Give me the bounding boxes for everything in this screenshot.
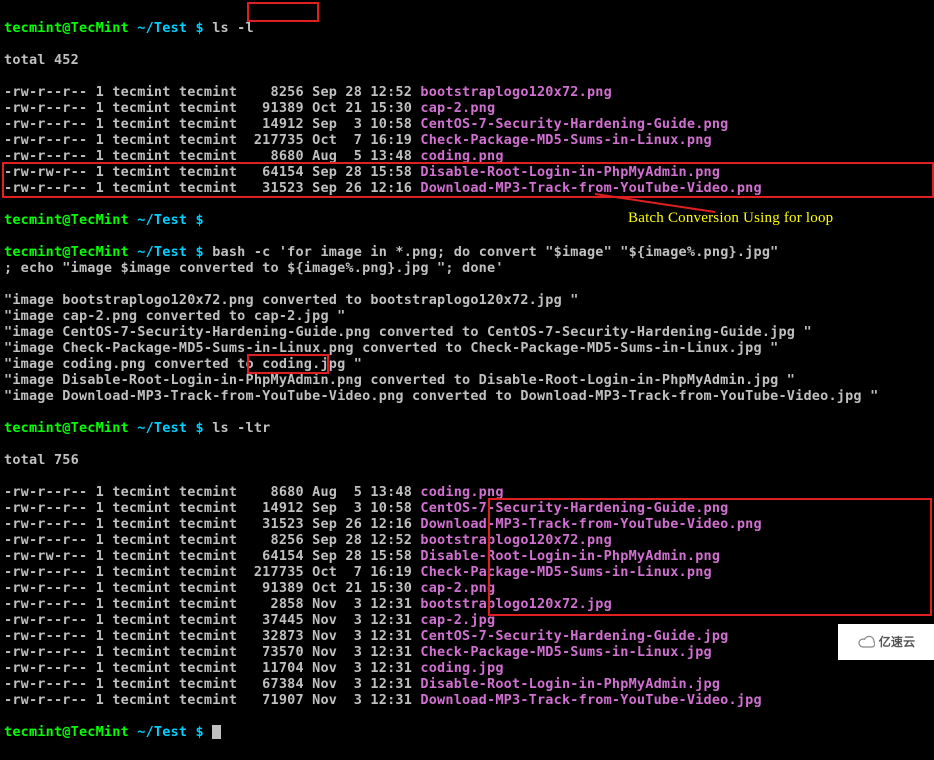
file-row: -rw-r--r-- 1 tecmint tecmint 67384 Nov 3… [4,676,930,692]
watermark: 亿速云 [838,624,934,660]
file-row: -rw-r--r-- 1 tecmint tecmint 14912 Sep 3… [4,116,930,132]
filename: cap-2.png [420,580,495,596]
prompt-line-1: tecmint@TecMint ~/Test $ ls -l [4,20,930,36]
file-row: -rw-rw-r-- 1 tecmint tecmint 64154 Sep 2… [4,164,930,180]
filename: coding.jpg [420,660,503,676]
filename: Check-Package-MD5-Sums-in-Linux.png [420,132,711,148]
echo-line: "image CentOS-7-Security-Hardening-Guide… [4,324,930,340]
filename: Disable-Root-Login-in-PhpMyAdmin.jpg [420,676,720,692]
prompt-line-5: tecmint@TecMint ~/Test $ [4,724,930,740]
command-bash-loop: bash -c 'for image in *.png; do convert … [212,244,778,260]
filename: CentOS-7-Security-Hardening-Guide.jpg [420,628,728,644]
echo-line: "image coding.png converted to coding.jp… [4,356,930,372]
filename: bootstraplogo120x72.png [420,532,612,548]
command-ls-ltr: ls -ltr [212,420,270,436]
filename: cap-2.jpg [420,612,495,628]
echo-line: "image Disable-Root-Login-in-PhpMyAdmin.… [4,372,930,388]
file-row: -rw-r--r-- 1 tecmint tecmint 91389 Oct 2… [4,580,930,596]
filename: Download-MP3-Track-from-YouTube-Video.jp… [420,692,761,708]
file-row: -rw-r--r-- 1 tecmint tecmint 73570 Nov 3… [4,644,930,660]
file-row: -rw-r--r-- 1 tecmint tecmint 8256 Sep 28… [4,532,930,548]
terminal-output[interactable]: tecmint@TecMint ~/Test $ ls -l total 452… [0,0,934,760]
file-row: -rw-r--r-- 1 tecmint tecmint 8256 Sep 28… [4,84,930,100]
listing-2: -rw-r--r-- 1 tecmint tecmint 8680 Aug 5 … [4,484,930,708]
file-row: -rw-r--r-- 1 tecmint tecmint 217735 Oct … [4,132,930,148]
filename: coding.png [420,484,503,500]
echo-line: "image cap-2.png converted to cap-2.jpg … [4,308,930,324]
total-2: total 756 [4,452,930,468]
cloud-icon [857,635,875,649]
echo-line: "image Download-MP3-Track-from-YouTube-V… [4,388,930,404]
echo-line: "image Check-Package-MD5-Sums-in-Linux.p… [4,340,930,356]
file-row: -rw-r--r-- 1 tecmint tecmint 2858 Nov 3 … [4,596,930,612]
filename: Check-Package-MD5-Sums-in-Linux.jpg [420,644,711,660]
file-row: -rw-r--r-- 1 tecmint tecmint 37445 Nov 3… [4,612,930,628]
command-ls-l: ls -l [212,20,254,36]
filename: Disable-Root-Login-in-PhpMyAdmin.png [420,164,720,180]
listing-1: -rw-r--r-- 1 tecmint tecmint 8256 Sep 28… [4,84,930,196]
conversion-output: "image bootstraplogo120x72.png converted… [4,292,930,404]
filename: Download-MP3-Track-from-YouTube-Video.pn… [420,180,761,196]
cursor-icon [212,725,221,739]
filename: cap-2.png [420,100,495,116]
file-row: -rw-r--r-- 1 tecmint tecmint 14912 Sep 3… [4,500,930,516]
filename: Disable-Root-Login-in-PhpMyAdmin.png [420,548,720,564]
prompt-line-4: tecmint@TecMint ~/Test $ ls -ltr [4,420,930,436]
file-row: -rw-r--r-- 1 tecmint tecmint 32873 Nov 3… [4,628,930,644]
file-row: -rw-r--r-- 1 tecmint tecmint 217735 Oct … [4,564,930,580]
total-1: total 452 [4,52,930,68]
filename: Download-MP3-Track-from-YouTube-Video.pn… [420,516,761,532]
command-bash-loop-cont: ; echo "image $image converted to ${imag… [4,260,930,276]
filename: CentOS-7-Security-Hardening-Guide.png [420,500,728,516]
filename: CentOS-7-Security-Hardening-Guide.png [420,116,728,132]
filename: bootstraplogo120x72.jpg [420,596,612,612]
filename: Check-Package-MD5-Sums-in-Linux.png [420,564,711,580]
annotation-label: Batch Conversion Using for loop [628,210,833,226]
prompt-user: tecmint [4,20,62,36]
prompt-line-3: tecmint@TecMint ~/Test $ bash -c 'for im… [4,244,930,260]
file-row: -rw-r--r-- 1 tecmint tecmint 31523 Sep 2… [4,516,930,532]
file-row: -rw-r--r-- 1 tecmint tecmint 91389 Oct 2… [4,100,930,116]
file-row: -rw-r--r-- 1 tecmint tecmint 8680 Aug 5 … [4,484,930,500]
file-row: -rw-r--r-- 1 tecmint tecmint 71907 Nov 3… [4,692,930,708]
filename: coding.png [420,148,503,164]
file-row: -rw-r--r-- 1 tecmint tecmint 11704 Nov 3… [4,660,930,676]
filename: bootstraplogo120x72.png [420,84,612,100]
file-row: -rw-r--r-- 1 tecmint tecmint 8680 Aug 5 … [4,148,930,164]
echo-line: "image bootstraplogo120x72.png converted… [4,292,930,308]
file-row: -rw-rw-r-- 1 tecmint tecmint 64154 Sep 2… [4,548,930,564]
file-row: -rw-r--r-- 1 tecmint tecmint 31523 Sep 2… [4,180,930,196]
